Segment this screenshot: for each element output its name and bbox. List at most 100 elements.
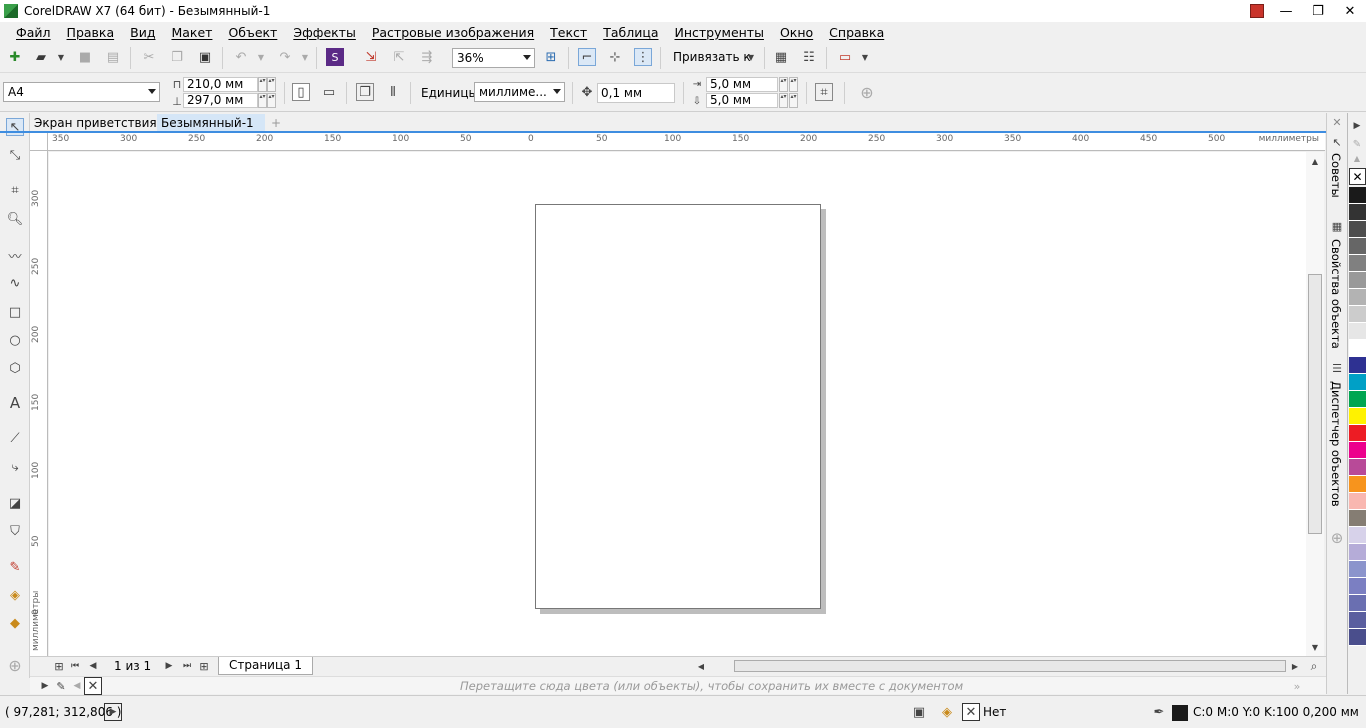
color-swatch[interactable] (1349, 578, 1366, 595)
color-swatch[interactable] (1349, 323, 1366, 340)
color-swatch[interactable] (1349, 340, 1366, 357)
shape-tool-icon[interactable]: ⤡ (6, 146, 24, 164)
tab-welcome-screen[interactable]: Экран приветствия (30, 114, 161, 132)
duplicate-y-spinner[interactable]: ▴▾ (779, 93, 788, 108)
user-account-icon[interactable] (1244, 0, 1270, 22)
color-swatch[interactable] (1349, 493, 1366, 510)
page-width-field[interactable]: 210,0 мм (183, 77, 258, 92)
palette-flyout-icon[interactable]: ▶ (1348, 117, 1366, 135)
show-grid-icon[interactable]: ⊹ (606, 48, 624, 66)
scroll-right-icon[interactable]: ▶ (1286, 657, 1304, 675)
new-tab-icon[interactable]: + (267, 114, 285, 132)
vertical-ruler[interactable]: миллиметры 300 250 200 150 100 50 0 (30, 151, 48, 656)
next-page-icon[interactable]: ▶ (160, 657, 178, 675)
nudge-distance-field[interactable]: 0,1 мм (597, 83, 675, 103)
polygon-tool-icon[interactable]: ⬡ (6, 359, 24, 377)
last-page-icon[interactable]: ⏭ (178, 657, 196, 675)
print-icon[interactable]: ▤ (104, 48, 122, 66)
search-content-icon[interactable]: S (326, 48, 344, 66)
duplicate-y-lock[interactable]: ▴▾ (789, 93, 798, 108)
color-swatch[interactable] (1349, 561, 1366, 578)
undo-icon[interactable]: ↶ (232, 48, 250, 66)
color-swatch[interactable] (1349, 272, 1366, 289)
full-screen-icon[interactable]: ⊞ (542, 48, 560, 66)
parallel-dimension-icon[interactable]: ⟋ (6, 429, 24, 447)
smart-fill-icon[interactable]: ◆ (6, 614, 24, 632)
docker-tab-hints[interactable]: Советы (1329, 153, 1343, 198)
vertical-scroll-thumb[interactable] (1308, 274, 1322, 534)
page-height-spinner[interactable]: ▴▾ (258, 93, 267, 108)
rectangle-tool-icon[interactable]: □ (6, 303, 24, 321)
color-swatch[interactable] (1349, 306, 1366, 323)
previous-page-icon[interactable]: ◀ (84, 657, 102, 675)
menu-file[interactable]: Файл (8, 25, 59, 40)
text-tool-icon[interactable]: A (6, 394, 24, 412)
menu-edit[interactable]: Правка (59, 25, 123, 40)
add-docker-icon[interactable]: ⊕ (1328, 529, 1346, 547)
application-launcher-icon[interactable]: ▭ (836, 48, 854, 66)
color-swatch[interactable] (1349, 544, 1366, 561)
color-swatch[interactable] (1349, 238, 1366, 255)
color-swatch[interactable] (1349, 289, 1366, 306)
eyedropper-icon[interactable]: ✎ (6, 558, 24, 576)
docker-close-icon[interactable]: ✕ (1328, 113, 1346, 131)
add-page-after-icon[interactable]: ⊞ (195, 657, 213, 675)
paste-icon[interactable]: ▣ (196, 48, 214, 66)
fill-icon[interactable]: ◈ (938, 703, 956, 721)
ruler-corner[interactable] (30, 133, 48, 151)
undo-dropdown-icon[interactable]: ▼ (252, 48, 270, 66)
color-swatch[interactable] (1349, 629, 1366, 646)
show-rulers-icon[interactable]: ⌐ (578, 48, 596, 66)
open-dropdown-icon[interactable]: ▼ (52, 48, 70, 66)
tab-document[interactable]: Безымянный-1 (157, 114, 265, 132)
menu-help[interactable]: Справка (821, 25, 892, 40)
customize-toolbox-icon[interactable]: ⊕ (6, 656, 24, 675)
treat-as-filled-icon[interactable]: ⌗ (815, 83, 833, 101)
color-swatch[interactable] (1349, 595, 1366, 612)
import-icon[interactable]: ⇲ (362, 48, 380, 66)
show-guidelines-icon[interactable]: ⋮ (634, 48, 652, 66)
menu-text[interactable]: Текст (542, 25, 595, 40)
color-swatch[interactable] (1349, 612, 1366, 629)
navigator-zoom-icon[interactable]: ⌕ (1305, 657, 1323, 675)
menu-effects[interactable]: Эффекты (285, 25, 364, 40)
freehand-tool-icon[interactable]: 〰 (6, 246, 24, 265)
units-combo[interactable]: миллиме... (474, 82, 565, 102)
redo-dropdown-icon[interactable]: ▼ (296, 48, 314, 66)
color-swatch[interactable] (1349, 255, 1366, 272)
color-swatch[interactable] (1349, 204, 1366, 221)
copy-icon[interactable]: ❐ (168, 48, 186, 66)
color-swatch[interactable] (1349, 357, 1366, 374)
scroll-down-icon[interactable]: ▼ (1306, 638, 1324, 656)
color-swatch[interactable] (1349, 408, 1366, 425)
all-pages-icon[interactable]: ❐ (356, 83, 374, 101)
pick-tool-icon[interactable]: ↖ (6, 118, 24, 136)
options-icon[interactable]: ☷ (800, 48, 818, 66)
color-swatch[interactable] (1349, 187, 1366, 204)
cut-icon[interactable]: ✂ (140, 48, 158, 66)
duplicate-y-field[interactable]: 5,0 мм (706, 93, 778, 108)
artistic-media-icon[interactable]: ∿ (6, 274, 24, 292)
open-icon[interactable]: ▰ (32, 48, 50, 66)
publish-pdf-icon[interactable]: ⇶ (418, 48, 436, 66)
paper-size-combo[interactable]: A4 (3, 82, 160, 102)
menu-layout[interactable]: Макет (163, 25, 220, 40)
page-width-lock[interactable]: ▴▾ (267, 77, 276, 92)
menu-object[interactable]: Объект (220, 25, 285, 40)
color-swatch[interactable] (1349, 442, 1366, 459)
color-swatch[interactable] (1349, 459, 1366, 476)
color-swatch[interactable] (1349, 476, 1366, 493)
minimize-button[interactable]: — (1270, 0, 1302, 22)
duplicate-x-spinner[interactable]: ▴▾ (779, 77, 788, 92)
horizontal-scrollbar[interactable]: ◀ ▶ (698, 657, 1326, 675)
ellipse-tool-icon[interactable]: ○ (6, 331, 24, 349)
scroll-up-icon[interactable]: ▲ (1306, 152, 1324, 170)
scroll-left-icon[interactable]: ◀ (692, 657, 710, 675)
current-page-icon[interactable]: ⫴ (384, 83, 402, 101)
page-tab[interactable]: Страница 1 (218, 657, 313, 675)
launcher-dropdown-icon[interactable]: ▼ (856, 48, 874, 66)
page-height-lock[interactable]: ▴▾ (267, 93, 276, 108)
save-icon[interactable]: ■ (76, 48, 94, 66)
page-height-field[interactable]: 297,0 мм (183, 93, 258, 108)
color-swatch[interactable] (1349, 527, 1366, 544)
